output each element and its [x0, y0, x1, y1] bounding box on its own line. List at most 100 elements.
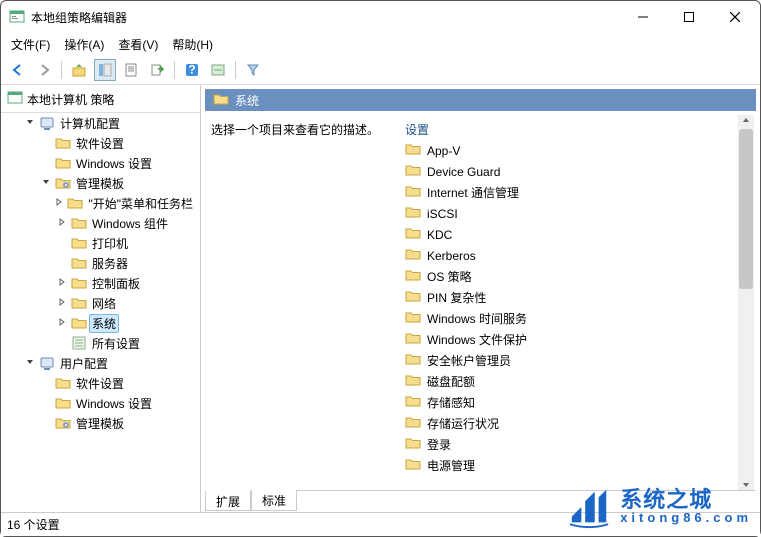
list-item-label: KDC: [427, 228, 452, 242]
list-item[interactable]: 安全帐户管理员: [403, 350, 732, 371]
folder-icon: [405, 373, 421, 390]
folder-icon: [405, 331, 421, 348]
list-item[interactable]: iSCSI: [403, 203, 732, 224]
folder-icon: [213, 92, 229, 109]
filter-button[interactable]: [242, 59, 264, 81]
tree-node-c_win[interactable]: Windows 设置: [1, 153, 200, 173]
list-item[interactable]: 存储感知: [403, 392, 732, 413]
expand-icon[interactable]: [55, 297, 69, 310]
tree-node-c_net[interactable]: 网络: [1, 293, 200, 313]
menu-help[interactable]: 帮助(H): [172, 36, 213, 53]
properties-button[interactable]: [120, 59, 142, 81]
expand-icon[interactable]: [55, 317, 69, 330]
tree-node-u_soft[interactable]: 软件设置: [1, 373, 200, 393]
folder-icon: [55, 135, 71, 151]
tree-node-c_sys[interactable]: 系统: [1, 313, 200, 333]
tree-node-u_win[interactable]: Windows 设置: [1, 393, 200, 413]
list-item-label: 电源管理: [427, 457, 475, 474]
folder-icon: [405, 226, 421, 243]
tree-node-label: 系统: [89, 314, 119, 333]
folder-icon: [71, 315, 87, 331]
list-item[interactable]: 磁盘配额: [403, 371, 732, 392]
tree-node-c_start[interactable]: "开始"菜单和任务栏: [1, 193, 200, 213]
description-pane: 选择一个项目来查看它的描述。: [207, 115, 397, 490]
folder-icon: [71, 335, 87, 351]
options-button[interactable]: [207, 59, 229, 81]
root-icon: [7, 90, 23, 109]
tab-standard[interactable]: 标准: [251, 490, 297, 511]
tree-node-u_adm[interactable]: 管理模板: [1, 413, 200, 433]
scrollbar[interactable]: [738, 115, 754, 490]
tree-node-c_wincomp[interactable]: Windows 组件: [1, 213, 200, 233]
expand-icon[interactable]: [52, 197, 65, 210]
tree-node-user[interactable]: 用户配置: [1, 353, 200, 373]
minimize-button[interactable]: [620, 2, 666, 32]
list-item[interactable]: App-V: [403, 140, 732, 161]
list-item[interactable]: 电源管理: [403, 455, 732, 476]
folder-icon: [405, 142, 421, 159]
list-item[interactable]: 存储运行状况: [403, 413, 732, 434]
list-item[interactable]: Windows 时间服务: [403, 308, 732, 329]
show-tree-button[interactable]: [94, 59, 116, 81]
menu-view[interactable]: 查看(V): [118, 36, 158, 53]
tree-node-label: 用户配置: [57, 354, 111, 373]
folder-icon: [55, 155, 71, 171]
back-button[interactable]: [7, 59, 29, 81]
expand-icon[interactable]: [55, 277, 69, 290]
list-item[interactable]: PIN 复杂性: [403, 287, 732, 308]
folder-icon: [39, 355, 55, 371]
menu-file[interactable]: 文件(F): [11, 36, 50, 53]
tree-node-c_ctrl[interactable]: 控制面板: [1, 273, 200, 293]
description-text: 选择一个项目来查看它的描述。: [211, 123, 379, 137]
folder-icon: [67, 195, 83, 211]
list-item-label: iSCSI: [427, 207, 458, 221]
list-item-label: PIN 复杂性: [427, 289, 486, 306]
scroll-down-icon[interactable]: [741, 480, 751, 490]
scroll-up-icon[interactable]: [741, 115, 751, 125]
list-item[interactable]: Kerberos: [403, 245, 732, 266]
list-item[interactable]: Windows 文件保护: [403, 329, 732, 350]
tree-node-computer[interactable]: 计算机配置: [1, 113, 200, 133]
help-button[interactable]: ?: [181, 59, 203, 81]
list-item-label: 磁盘配额: [427, 373, 475, 390]
maximize-button[interactable]: [666, 2, 712, 32]
folder-icon: [71, 255, 87, 271]
expand-icon[interactable]: [23, 357, 37, 370]
tab-extended[interactable]: 扩展: [205, 490, 251, 511]
forward-button[interactable]: [33, 59, 55, 81]
item-list[interactable]: 设置App-VDevice GuardInternet 通信管理iSCSIKDC…: [401, 115, 734, 490]
expand-icon[interactable]: [55, 217, 69, 230]
export-button[interactable]: [146, 59, 168, 81]
scrollbar-thumb[interactable]: [739, 129, 753, 289]
list-item[interactable]: KDC: [403, 224, 732, 245]
list-item-label: 存储运行状况: [427, 415, 499, 432]
separator: [174, 61, 175, 79]
tree-node-c_adm[interactable]: 管理模板: [1, 173, 200, 193]
up-button[interactable]: [68, 59, 90, 81]
details-content: 选择一个项目来查看它的描述。 设置App-VDevice GuardIntern…: [201, 113, 760, 490]
tree-node-c_all[interactable]: 所有设置: [1, 333, 200, 353]
list-item-label: 登录: [427, 436, 451, 453]
list-item-label: Internet 通信管理: [427, 184, 519, 201]
tree-node-label: 管理模板: [73, 414, 127, 433]
list-item[interactable]: Device Guard: [403, 161, 732, 182]
tree-node-c_server[interactable]: 服务器: [1, 253, 200, 273]
titlebar: 本地组策略编辑器: [1, 1, 760, 33]
folder-icon: [405, 247, 421, 264]
tree-node-label: 计算机配置: [57, 114, 123, 133]
tree-node-c_soft[interactable]: 软件设置: [1, 133, 200, 153]
list-item[interactable]: Internet 通信管理: [403, 182, 732, 203]
tree-panel[interactable]: 本地计算机 策略 计算机配置软件设置Windows 设置管理模板"开始"菜单和任…: [1, 85, 201, 512]
tree-root[interactable]: 本地计算机 策略: [1, 87, 200, 113]
list-item[interactable]: 登录: [403, 434, 732, 455]
tree-node-c_printer[interactable]: 打印机: [1, 233, 200, 253]
expand-icon[interactable]: [39, 177, 53, 190]
expand-icon[interactable]: [23, 117, 37, 130]
folder-icon: [71, 275, 87, 291]
tree-node-label: 软件设置: [73, 374, 127, 393]
list-item[interactable]: OS 策略: [403, 266, 732, 287]
folder-icon: [55, 375, 71, 391]
tree-root-label: 本地计算机 策略: [27, 91, 114, 108]
menu-action[interactable]: 操作(A): [64, 36, 104, 53]
close-button[interactable]: [712, 2, 758, 32]
